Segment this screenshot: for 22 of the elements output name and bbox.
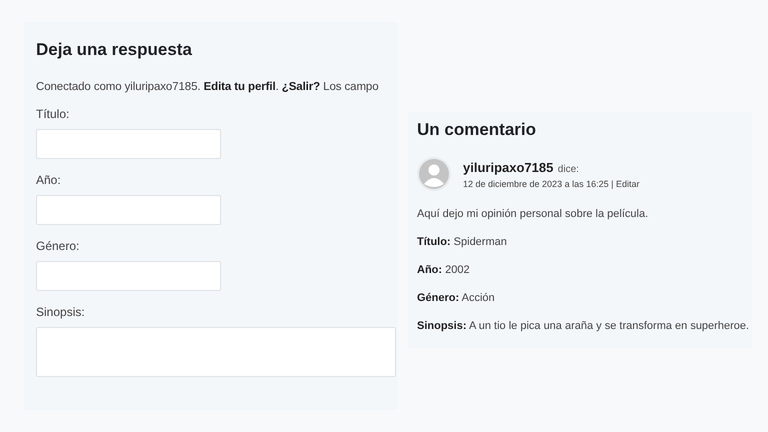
section-title: Deja una respuesta: [36, 40, 193, 60]
comment-paragraph: Título: Spiderman: [417, 236, 508, 248]
comment-paragraph: Sinopsis: A un tio le pica una araña y se transforma en superheroe.: [417, 320, 750, 332]
comment-paragraph: Género: Acción: [417, 292, 496, 304]
avatar-icon: [417, 157, 451, 191]
comment-author: yiluripaxo7185: [463, 160, 554, 175]
field-label: Año:: [36, 173, 62, 187]
comment-date[interactable]: 12 de diciembre de 2023 a las 16:25: [463, 179, 609, 189]
says-label: dice:: [558, 164, 579, 175]
comment-paragraph: Año: 2002: [417, 264, 471, 276]
comment-paragraph: Aquí dejo mi opinión personal sobre la película.: [417, 208, 650, 220]
textarea-field[interactable]: [36, 327, 396, 377]
input-field[interactable]: [36, 129, 221, 159]
field-label: Título:: [36, 107, 70, 121]
field-label: Sinopsis:: [36, 305, 86, 319]
edit-link[interactable]: Editar: [616, 179, 640, 189]
section-title: Un comentario: [417, 120, 538, 140]
logged-in-text: Conectado como yiluripaxo7185. Edita tu perfil. ¿Salir? Los campo: [36, 81, 380, 93]
input-field[interactable]: [36, 195, 221, 225]
input-field[interactable]: [36, 261, 221, 291]
field-label: Género:: [36, 239, 80, 253]
separator: |: [611, 179, 614, 189]
